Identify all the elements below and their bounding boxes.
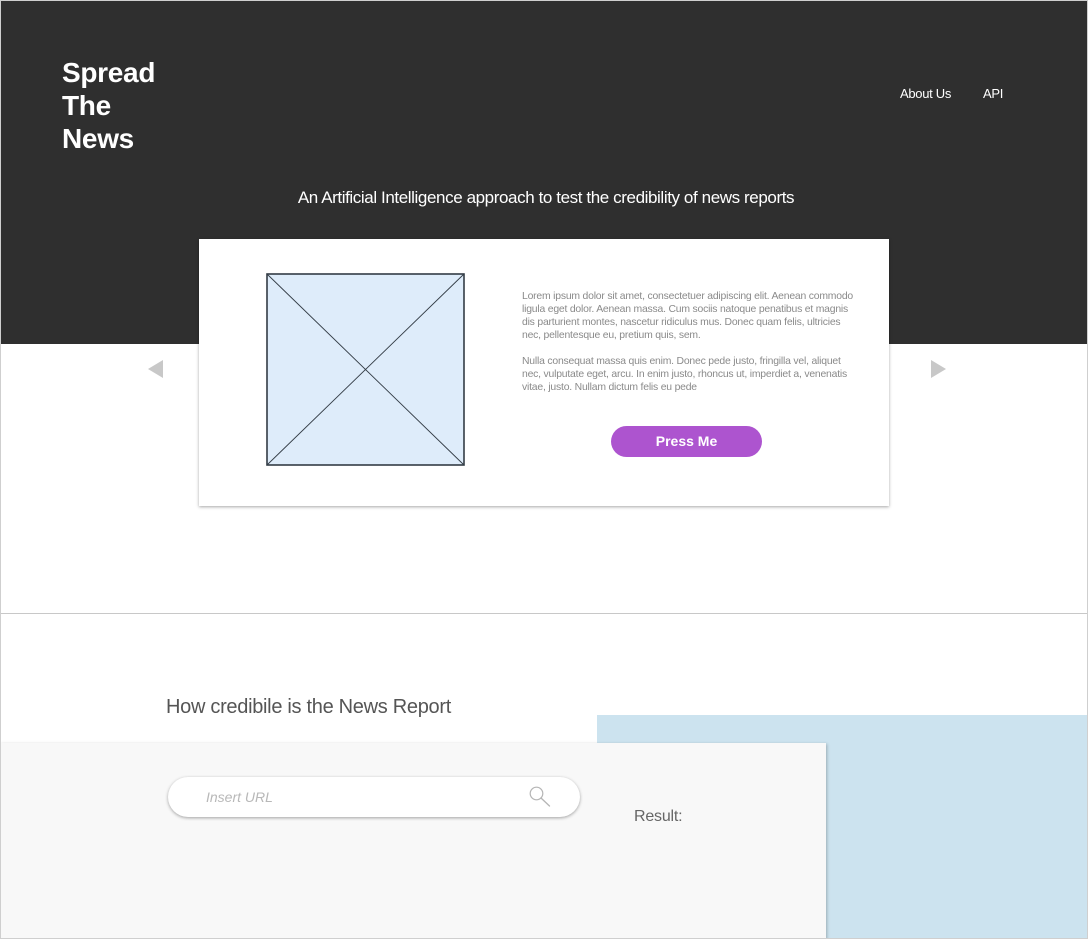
carousel-card: Lorem ipsum dolor sit amet, consectetuer… bbox=[199, 239, 889, 506]
section-divider bbox=[0, 613, 1088, 614]
card-body-text: Lorem ipsum dolor sit amet, consectetuer… bbox=[522, 290, 856, 407]
result-label: Result: bbox=[634, 808, 683, 825]
card-paragraph-1: Lorem ipsum dolor sit amet, consectetuer… bbox=[522, 291, 853, 341]
carousel-prev-icon[interactable] bbox=[148, 360, 163, 378]
hero-tagline: An Artificial Intelligence approach to t… bbox=[297, 188, 795, 207]
image-placeholder-icon bbox=[266, 273, 465, 466]
nav-about-us-link[interactable]: About Us bbox=[900, 86, 951, 101]
nav-api-link[interactable]: API bbox=[983, 86, 1003, 101]
site-logo[interactable]: Spread The News bbox=[62, 56, 155, 155]
card-paragraph-2: Nulla consequat massa quis enim. Donec p… bbox=[522, 356, 847, 393]
logo-line-3: News bbox=[62, 123, 134, 154]
logo-line-2: The bbox=[62, 90, 111, 121]
url-search-box bbox=[168, 777, 580, 817]
credibility-heading: How credibile is the News Report bbox=[166, 696, 451, 718]
press-me-button[interactable]: Press Me bbox=[611, 426, 762, 457]
magnifier-icon[interactable] bbox=[528, 785, 552, 809]
url-input[interactable] bbox=[206, 787, 506, 807]
carousel-next-icon[interactable] bbox=[931, 360, 946, 378]
input-panel bbox=[0, 743, 826, 939]
logo-line-1: Spread bbox=[62, 57, 156, 88]
